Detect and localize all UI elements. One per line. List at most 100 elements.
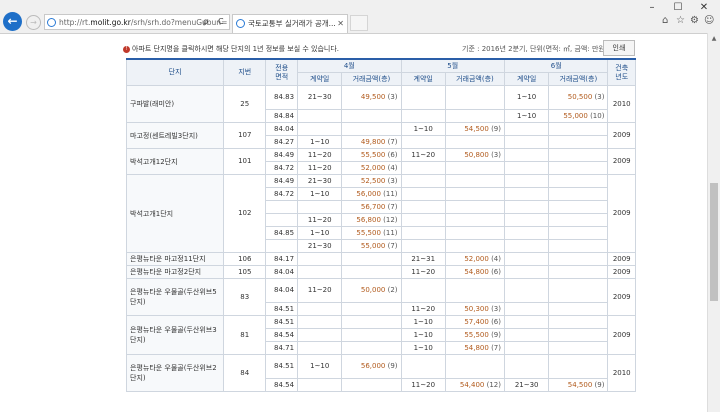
header-contract-day: 계약일: [503, 72, 550, 86]
floor-value: (3): [491, 304, 501, 313]
amount-cell: 56,800 (12): [341, 213, 402, 227]
floor-value: (7): [387, 137, 398, 146]
amount-value: 52,500: [360, 176, 386, 185]
print-button[interactable]: 인쇄: [603, 40, 635, 56]
amount-value: 55,500: [360, 150, 386, 159]
browser-tab[interactable]: 국토교통부 실거래가 공개... ✕: [232, 14, 348, 33]
alert-icon: !: [123, 45, 130, 53]
amount-cell: [341, 109, 402, 123]
complex-name-link[interactable]: 은평뉴타운 우물골(두산위브3단지): [125, 315, 225, 355]
amount-cell: [444, 135, 505, 149]
search-icon[interactable]: ρ: [203, 14, 208, 30]
built-year-cell: 2009: [607, 252, 636, 266]
table-row: 박석고개12단지 101 84.49 11~20 55,500 (6) 11~20 50,8…: [125, 148, 636, 175]
area-cell: 84.27: [265, 135, 299, 149]
amount-cell: 55,500 (11): [341, 226, 402, 240]
amount-cell: [341, 328, 402, 342]
amount-value: 57,400: [464, 317, 489, 326]
contract-day-cell: [503, 187, 550, 201]
amount-cell: [548, 328, 609, 342]
area-cell: [265, 239, 299, 253]
amount-cell: [341, 378, 402, 392]
area-cell: 84.51: [265, 354, 299, 379]
complex-name-link[interactable]: 박석고개1단지: [125, 174, 225, 253]
contract-day-cell: [400, 135, 446, 149]
scrollbar-thumb[interactable]: [710, 183, 718, 301]
header-contract-day: 계약일: [297, 72, 343, 86]
gear-icon[interactable]: ⚙: [690, 15, 699, 26]
amount-cell: [444, 85, 505, 110]
amount-cell: 50,300 (3): [444, 302, 505, 316]
amount-cell: [548, 265, 609, 279]
amount-cell: [341, 315, 402, 329]
home-icon[interactable]: ⌂: [662, 15, 668, 26]
built-year-cell: 2009: [607, 278, 636, 316]
amount-cell: 56,000 (11): [341, 187, 402, 201]
complex-name-link[interactable]: 은평뉴타운 우물골(두산위브2단지): [125, 354, 225, 392]
amount-cell: [548, 341, 609, 355]
amount-value: 50,300: [464, 304, 489, 313]
built-year-cell: 2009: [607, 315, 636, 355]
contract-day-cell: [503, 148, 550, 162]
area-cell: 84.17: [265, 252, 299, 266]
header-complex: 단지: [125, 58, 225, 86]
amount-cell: 52,000 (4): [341, 161, 402, 175]
amount-cell: 50,000 (2): [341, 278, 402, 303]
tab-close-icon[interactable]: ✕: [337, 15, 344, 33]
amount-value: 54,400: [459, 380, 485, 389]
amount-cell: [444, 200, 505, 214]
contract-day-cell: 1~10: [400, 122, 446, 136]
contract-day-cell: [503, 328, 550, 342]
amount-cell: 50,800 (3): [444, 148, 505, 162]
amount-cell: [444, 187, 505, 201]
floor-value: (9): [387, 362, 398, 370]
new-tab-button[interactable]: [350, 15, 368, 31]
area-cell: 84.71: [265, 341, 299, 355]
complex-name-link[interactable]: 은평뉴타운 마고정11단지: [125, 252, 225, 266]
contract-day-cell: [503, 174, 550, 188]
area-cell: 84.84: [265, 109, 299, 123]
forward-button[interactable]: →: [26, 15, 41, 30]
amount-cell: [444, 226, 505, 240]
amount-value: 55,500: [464, 330, 489, 339]
floor-value: (11): [383, 189, 398, 198]
built-year-cell: 2010: [607, 85, 636, 123]
back-button[interactable]: ←: [3, 12, 22, 31]
contract-day-cell: 1~10: [400, 341, 446, 355]
amount-cell: [444, 239, 505, 253]
vertical-scrollbar[interactable]: ▲: [707, 33, 720, 412]
minimize-button[interactable]: –: [640, 0, 664, 16]
amount-value: 56,700: [360, 202, 386, 211]
amount-cell: 54,500 (9): [548, 378, 609, 392]
star-icon[interactable]: ☆: [676, 15, 685, 26]
amount-cell: [341, 265, 402, 279]
amount-cell: 54,800 (7): [444, 341, 505, 355]
jibun-cell: 81: [223, 315, 267, 355]
complex-name-link[interactable]: 마고정(센트레빌3단지): [125, 122, 225, 149]
close-window-button[interactable]: ✕: [692, 0, 716, 16]
contract-day-cell: [503, 200, 550, 214]
amount-cell: [341, 341, 402, 355]
floor-value: (2): [387, 286, 398, 294]
amount-cell: [548, 226, 609, 240]
table-row: 박석고개1단지 102 84.49 21~30 52,500 (3) 2009: [125, 174, 636, 253]
complex-name-link[interactable]: 박석고개12단지: [125, 148, 225, 175]
contract-day-cell: 1~10: [297, 226, 343, 240]
floor-value: (4): [491, 254, 501, 263]
contract-day-cell: [297, 200, 343, 214]
scroll-up-icon[interactable]: ▲: [708, 33, 720, 45]
smiley-icon[interactable]: ☺: [704, 15, 714, 26]
complex-name-link[interactable]: 은평뉴타운 마고정2단지: [125, 265, 225, 279]
address-domain: molit.go.kr: [90, 18, 131, 27]
area-cell: 84.51: [265, 302, 299, 316]
table-row: 은평뉴타운 우물골(두산위브5단지) 83 84.04 11~20 50,000 (2)…: [125, 278, 636, 316]
complex-name-link[interactable]: 구파발(래미안): [125, 85, 225, 123]
amount-value: 52,000: [464, 254, 489, 263]
complex-name-link[interactable]: 은평뉴타운 우물골(두산위브5단지): [125, 278, 225, 316]
jibun-cell: 25: [223, 85, 267, 123]
floor-value: (6): [387, 150, 398, 159]
maximize-button[interactable]: ☐: [666, 0, 690, 16]
floor-value: (3): [594, 93, 605, 101]
refresh-icon[interactable]: C: [218, 14, 224, 30]
contract-day-cell: [297, 122, 343, 136]
